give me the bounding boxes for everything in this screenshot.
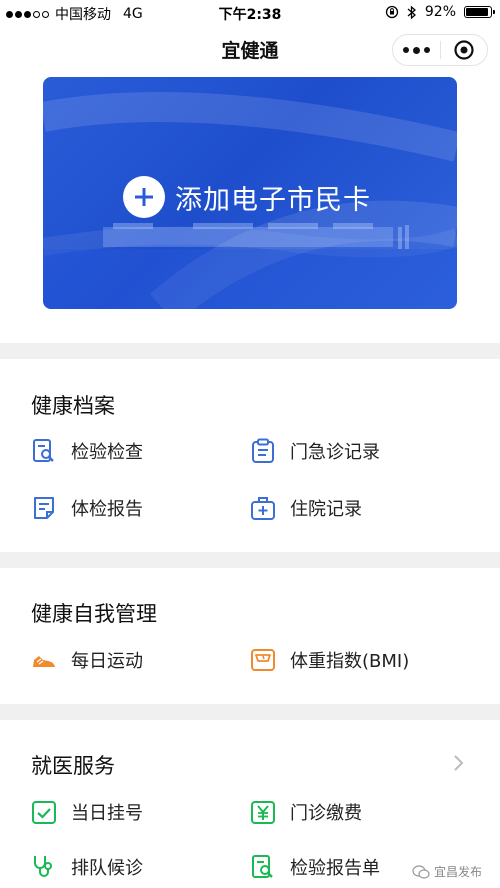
lab-search-icon [33, 439, 54, 462]
more-dots-icon [402, 46, 430, 54]
document-icon [34, 497, 54, 519]
item-label: 排队候诊 [71, 858, 143, 879]
item-lab-report[interactable]: 检验报告单 [250, 854, 380, 880]
self-management-title: 健康自我管理 [31, 602, 157, 626]
status-right: 92% [385, 4, 495, 20]
plus-circle-icon [123, 176, 165, 218]
close-button[interactable] [441, 35, 488, 65]
bluetooth-icon [407, 5, 416, 19]
item-label: 每日运动 [71, 651, 143, 672]
watermark: 宜昌发布 [412, 863, 482, 880]
item-queue-waiting[interactable]: 排队候诊 [31, 854, 143, 880]
add-card-label: 添加电子市民卡 [175, 184, 371, 216]
checkbox-icon [32, 801, 56, 824]
item-lab-tests[interactable]: 检验检查 [31, 438, 143, 464]
item-label: 检验检查 [71, 442, 143, 463]
item-label: 门诊缴费 [290, 803, 362, 824]
target-close-icon [454, 40, 474, 60]
section-divider [0, 552, 500, 568]
battery-icon [464, 6, 495, 18]
medical-services-title: 就医服务 [31, 754, 115, 778]
item-label: 体重指数(BMI) [290, 651, 410, 672]
item-inpatient-records[interactable]: 住院记录 [250, 495, 362, 521]
medical-kit-icon [251, 497, 275, 520]
scale-icon [251, 649, 275, 671]
item-label: 检验报告单 [290, 858, 380, 879]
clipboard-icon [252, 438, 274, 463]
item-outpatient-payment[interactable]: 门诊缴费 [250, 799, 362, 825]
item-bmi[interactable]: 体重指数(BMI) [250, 647, 409, 673]
citizen-card-banner[interactable]: 添加电子市民卡 [43, 77, 457, 309]
status-bar: 中国移动 4G 下午2:38 92% [0, 0, 500, 26]
item-label: 门急诊记录 [290, 442, 380, 463]
section-divider [0, 704, 500, 720]
stethoscope-icon [34, 856, 52, 877]
wechat-icon [412, 864, 430, 879]
battery-percent: 92% [424, 4, 456, 20]
item-label: 住院记录 [290, 499, 362, 520]
yuan-icon [251, 801, 275, 824]
item-label: 体检报告 [71, 499, 143, 520]
watermark-text: 宜昌发布 [433, 865, 482, 879]
item-outpatient-records[interactable]: 门急诊记录 [250, 438, 380, 464]
nav-bar: 宜健通 [0, 26, 500, 72]
report-search-icon [252, 855, 273, 878]
item-label: 当日挂号 [71, 803, 143, 824]
more-button[interactable] [393, 35, 440, 65]
sneaker-icon [33, 656, 55, 667]
orientation-lock-icon [385, 5, 399, 19]
add-card-group[interactable]: 添加电子市民卡 [123, 176, 371, 218]
health-records-title: 健康档案 [31, 394, 115, 418]
item-physical-exam[interactable]: 体检报告 [31, 495, 143, 521]
item-daily-exercise[interactable]: 每日运动 [31, 647, 143, 673]
mini-program-capsule [392, 34, 488, 66]
item-same-day-registration[interactable]: 当日挂号 [31, 799, 143, 825]
chevron-right-icon[interactable] [452, 754, 464, 772]
section-divider [0, 343, 500, 359]
